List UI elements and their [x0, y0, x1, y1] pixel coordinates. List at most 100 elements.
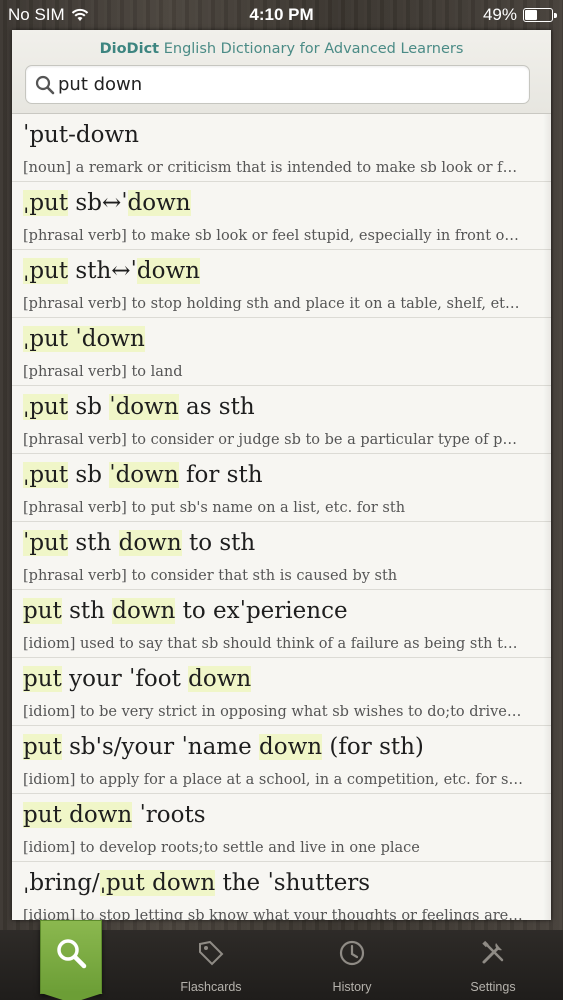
headword-match: down: [259, 734, 323, 760]
result-headword: put your ˈfoot down: [23, 666, 252, 692]
result-headword: ˌput sb ˈdown for sth: [23, 462, 263, 488]
result-definition: [idiom] to be very strict in opposing wh…: [23, 704, 523, 720]
headword-match: ˌput: [23, 394, 69, 420]
tools-icon: [482, 940, 504, 964]
result-headword: put down ˈroots: [23, 802, 206, 828]
headword-match: down: [127, 190, 191, 216]
result-row[interactable]: put your ˈfoot down [idiom] to be very st…: [12, 658, 551, 726]
tag-icon: [199, 940, 224, 966]
tab-settings[interactable]: Settings: [433, 930, 553, 1000]
dictionary-panel: DioDict English Dictionary for Advanced …: [12, 30, 551, 920]
result-row[interactable]: put down ˈroots [idiom] to develop roots;…: [12, 794, 551, 862]
results-list: ˈput-down [noun] a remark or criticism th…: [12, 114, 551, 920]
result-row[interactable]: ˌput sth↔ˈdown [phrasal verb] to stop hol…: [12, 250, 551, 318]
headword-text: to sth: [181, 530, 256, 556]
result-definition: [idiom] to develop roots;to settle and l…: [23, 840, 420, 856]
tab-flashcards-label: Flashcards: [180, 980, 242, 994]
headword-match: ˌput: [23, 190, 69, 216]
headword-match: ˈdown: [109, 462, 179, 488]
result-row[interactable]: put sb's/your ˈname down (for sth) [idiom…: [12, 726, 551, 794]
headword-match: ˈdown: [109, 394, 179, 420]
result-row[interactable]: ˌput sb↔ˈdown [phrasal verb] to make sb l…: [12, 182, 551, 250]
paper-edge: [543, 114, 551, 920]
tab-flashcards[interactable]: Flashcards: [151, 930, 271, 1000]
headword-match: ˈput: [23, 530, 69, 556]
headword-text: (for sth): [322, 734, 424, 760]
status-bar: No SIM 4:10 PM 49%: [0, 0, 563, 30]
app-brand: DioDict: [99, 41, 160, 57]
result-headword: put sth down to exˈperience: [23, 598, 348, 624]
status-right: 49%: [482, 5, 557, 25]
headword-match: down: [112, 598, 176, 624]
result-row[interactable]: ˌput sb ˈdown for sth [phrasal verb] to p…: [12, 454, 551, 522]
headword-text: sth: [61, 598, 113, 624]
headword-text: sth: [68, 530, 119, 556]
result-headword: ˌput sb ˈdown as sth: [23, 394, 255, 420]
result-definition: [noun] a remark or criticism that is int…: [23, 160, 523, 176]
battery-level: [525, 10, 538, 20]
headword-text: the ˈshutters: [215, 870, 371, 896]
result-headword: ˌbring/ˌput down the ˈshutters: [23, 870, 370, 896]
headword-match: put: [23, 734, 62, 760]
headword-text: for sth: [178, 462, 263, 488]
headword-text: as sth: [178, 394, 255, 420]
tab-history-label: History: [332, 980, 372, 994]
result-definition: [phrasal verb] to stop holding sth and p…: [23, 296, 523, 312]
result-row[interactable]: ˈput-down [noun] a remark or criticism th…: [12, 114, 551, 182]
result-definition: [idiom] to stop letting sb know what you…: [23, 908, 523, 920]
headword-match: ˌput: [23, 258, 69, 284]
headword-text: sb: [68, 462, 110, 488]
headword-text: ˈroots: [132, 802, 206, 828]
result-row[interactable]: ˌbring/ˌput down the ˈshutters [idiom] to…: [12, 862, 551, 920]
search-box[interactable]: [25, 65, 530, 104]
headword-text: sb↔ˈ: [68, 190, 128, 216]
headword-text: ˌbring/: [23, 870, 100, 896]
headword-match: down: [118, 530, 182, 556]
search-tab-icon: [57, 939, 87, 969]
battery-icon: [523, 8, 557, 22]
headword-text: to exˈperience: [175, 598, 348, 624]
tab-settings-label: Settings: [470, 980, 516, 994]
result-row[interactable]: ˌput sb ˈdown as sth [phrasal verb] to co…: [12, 386, 551, 454]
result-headword: ˌput ˈdown: [23, 326, 145, 352]
result-headword: ˈput-down: [23, 122, 139, 148]
search-icon: [35, 75, 55, 95]
headword-match: down: [136, 258, 200, 284]
result-definition: [phrasal verb] to put sb's name on a lis…: [23, 500, 406, 516]
headword-match: put: [23, 598, 62, 624]
result-definition: [idiom] used to say that sb should think…: [23, 636, 523, 652]
result-definition: [idiom] to apply for a place at a school…: [23, 772, 523, 788]
battery-percent: 49%: [482, 5, 517, 24]
headword-text: sb: [68, 394, 110, 420]
result-headword: ˈput sth down to sth: [23, 530, 255, 556]
result-headword: put sb's/your ˈname down (for sth): [23, 734, 424, 760]
headword-text: your ˈfoot: [61, 666, 189, 692]
status-time: 4:10 PM: [249, 5, 314, 24]
result-definition: [phrasal verb] to consider that sth is c…: [23, 568, 398, 584]
headword-text: sb's/your ˈname: [61, 734, 260, 760]
result-headword: ˌput sth↔ˈdown: [23, 258, 200, 284]
headword-match: ˌput down: [99, 870, 216, 896]
result-headword: ˌput sb↔ˈdown: [23, 190, 191, 216]
headword-text: sth↔ˈ: [68, 258, 137, 284]
app-title: DioDict English Dictionary for Advanced …: [12, 41, 551, 57]
search-input[interactable]: [58, 66, 518, 103]
result-row[interactable]: put sth down to exˈperience [idiom] used …: [12, 590, 551, 658]
tab-history[interactable]: History: [292, 930, 412, 1000]
headword-match: put: [23, 666, 62, 692]
result-definition: [phrasal verb] to land: [23, 364, 183, 380]
headword-match: down: [188, 666, 252, 692]
headword-text: ˈput-down: [23, 122, 139, 148]
headword-match: put down: [23, 802, 133, 828]
panel-header: DioDict English Dictionary for Advanced …: [12, 30, 551, 114]
result-definition: [phrasal verb] to consider or judge sb t…: [23, 432, 523, 448]
headword-match: ˌput: [23, 462, 69, 488]
result-row[interactable]: ˌput ˈdown [phrasal verb] to land: [12, 318, 551, 386]
battery-tip: [554, 13, 557, 18]
result-row[interactable]: ˈput sth down to sth [phrasal verb] to co…: [12, 522, 551, 590]
headword-match: ˌput ˈdown: [23, 326, 145, 352]
clock-icon: [339, 940, 365, 966]
tab-search[interactable]: [40, 920, 103, 1000]
result-definition: [phrasal verb] to make sb look or feel s…: [23, 228, 523, 244]
app-subtitle: English Dictionary for Advanced Learners: [163, 41, 464, 57]
